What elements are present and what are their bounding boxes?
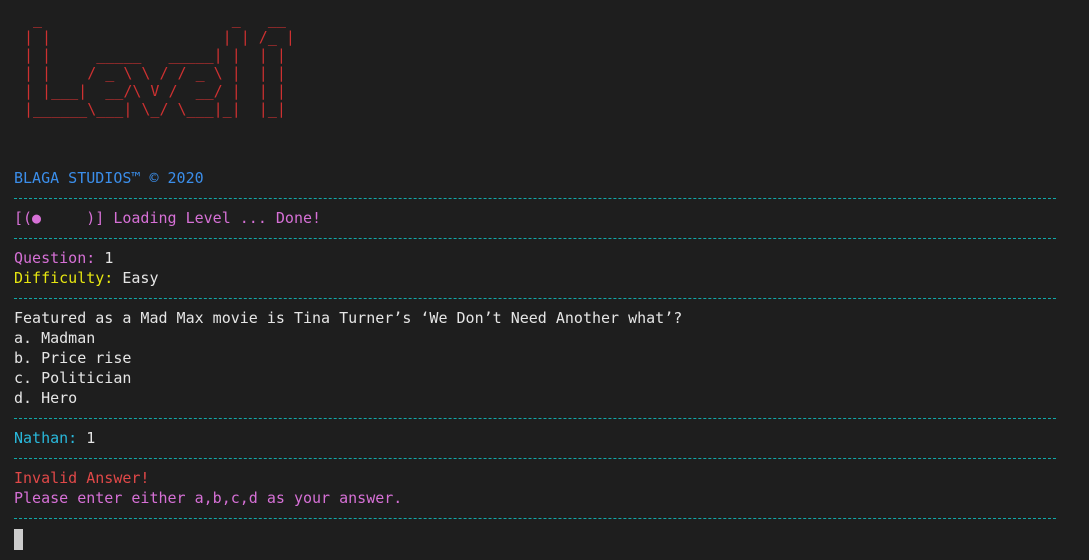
level-1-ascii-banner: _ _ __ | | | | /_ | | | _____ _____| | |…	[24, 10, 295, 118]
separator-line	[14, 418, 1056, 419]
answer-option-b: b. Price rise	[14, 349, 132, 367]
loading-status: [(● )] Loading Level ... Done!	[14, 209, 322, 227]
error-title: Invalid Answer!	[14, 469, 150, 487]
text-cursor[interactable]	[14, 529, 23, 550]
answer-option-d: d. Hero	[14, 389, 78, 407]
difficulty-value: Easy	[122, 269, 159, 287]
player-answer-line: Nathan: 1	[14, 428, 95, 448]
player-name-label: Nathan:	[14, 429, 78, 447]
studio-credit: BLAGA STUDIOS™ © 2020	[14, 169, 204, 187]
question-number-line: Question: 1	[14, 248, 113, 268]
question-number: 1	[104, 249, 114, 267]
player-answer: 1	[86, 429, 96, 447]
answer-option-a: a. Madman	[14, 329, 96, 347]
separator-line	[14, 458, 1056, 459]
separator-line	[14, 198, 1056, 199]
question-text: Featured as a Mad Max movie is Tina Turn…	[14, 309, 683, 327]
error-message: Please enter either a,b,c,d as your answ…	[14, 489, 403, 507]
separator-line	[14, 518, 1056, 519]
question-label: Question:	[14, 249, 96, 267]
separator-line	[14, 238, 1056, 239]
terminal-window[interactable]: _ _ __ | | | | /_ | | | _____ _____| | |…	[14, 0, 1074, 560]
difficulty-line: Difficulty: Easy	[14, 268, 159, 288]
difficulty-label: Difficulty:	[14, 269, 114, 287]
separator-line	[14, 298, 1056, 299]
answer-option-c: c. Politician	[14, 369, 132, 387]
